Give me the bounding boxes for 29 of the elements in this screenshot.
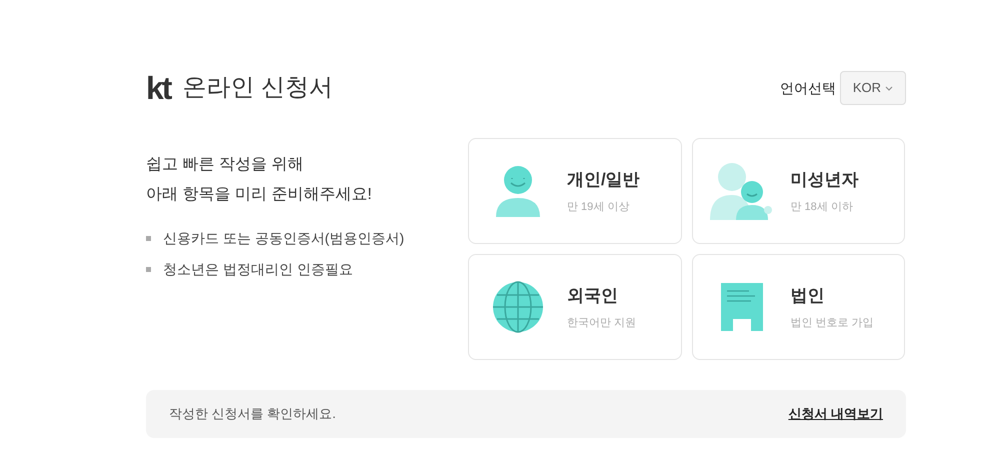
card-title: 미성년자 xyxy=(790,169,858,191)
application-type-card[interactable]: 외국인 한국어만 지원 xyxy=(468,254,682,360)
card-subtitle: 만 19세 이상 xyxy=(567,200,630,214)
card-subtitle: 만 18세 이하 xyxy=(790,200,854,214)
building-icon xyxy=(720,283,762,331)
intro-text: 아래 항목을 미리 준비해주세요! xyxy=(146,185,373,205)
page-title: 온라인 신청서 xyxy=(182,73,334,103)
card-title: 개인/일반 xyxy=(567,169,640,191)
application-type-card[interactable]: 개인/일반 만 19세 이상 xyxy=(468,138,682,244)
application-type-card[interactable]: 미성년자 만 18세 이하 xyxy=(692,138,905,244)
requirement-text: 청소년은 법정대리인 인증필요 xyxy=(163,260,353,279)
card-subtitle: 한국어만 지원 xyxy=(567,316,636,330)
intro-text: 쉽고 빠른 작성을 위해 xyxy=(146,155,304,175)
people-icon xyxy=(710,162,774,220)
language-label: 언어선택 xyxy=(780,78,836,98)
application-type-card[interactable]: 법인 법인 번호로 가입 xyxy=(692,254,905,360)
globe-icon xyxy=(492,281,544,333)
application-history-link[interactable]: 신청서 내역보기 xyxy=(788,404,883,424)
card-title: 법인 xyxy=(790,285,826,307)
notice-text: 작성한 신청서를 확인하세요. xyxy=(169,405,336,424)
logo: kt xyxy=(146,72,170,104)
bullet-icon xyxy=(146,236,151,241)
requirement-text: 신용카드 또는 공동인증서(범용인증서) xyxy=(163,229,404,248)
bullet-icon xyxy=(146,267,151,272)
language-select[interactable]: KOR xyxy=(840,71,906,105)
card-title: 외국인 xyxy=(567,285,619,307)
card-subtitle: 법인 번호로 가입 xyxy=(790,316,874,330)
person-icon xyxy=(495,165,541,217)
chevron-down-icon xyxy=(885,86,893,90)
